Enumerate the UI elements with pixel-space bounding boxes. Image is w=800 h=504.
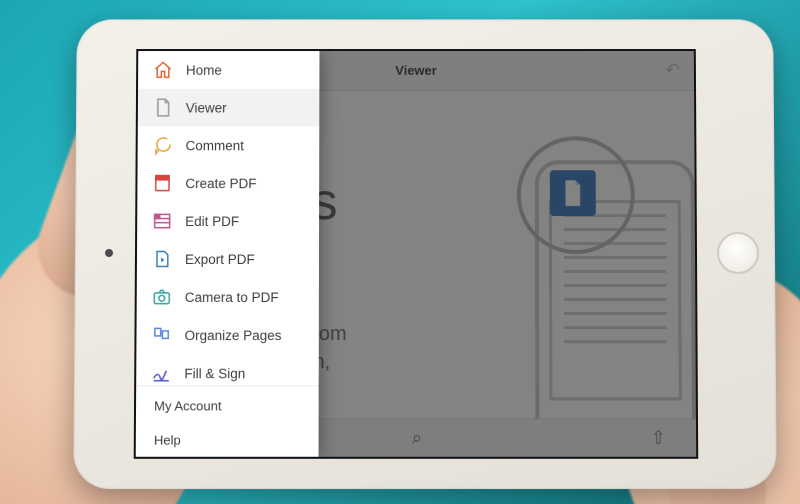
sidebar-item-label: Create PDF (185, 176, 256, 191)
sidebar-item-export-pdf[interactable]: Export PDF (137, 240, 319, 278)
sidebar-item-label: Camera to PDF (185, 290, 279, 305)
sidebar-item-help[interactable]: Help (136, 423, 319, 457)
sidebar-item-label: Organize Pages (185, 328, 282, 343)
sidebar-item-home[interactable]: Home (138, 51, 319, 89)
edit-icon (151, 210, 173, 232)
comment-icon (152, 134, 174, 156)
sidebar-item-label: Home (186, 62, 222, 77)
sidebar-list: Home Viewer Comment (136, 51, 319, 385)
sidebar-item-my-account[interactable]: My Account (136, 388, 319, 422)
organize-icon (150, 324, 172, 346)
sidebar-item-create-pdf[interactable]: Create PDF (137, 164, 319, 202)
create-icon (151, 172, 173, 194)
sidebar-item-comment[interactable]: Comment (138, 126, 320, 164)
ipad-screen: Viewer ↶ ad cuments ywhere en in the Vie… (134, 49, 699, 459)
home-icon (152, 59, 174, 81)
sidebar-menu: Home Viewer Comment (136, 51, 320, 457)
home-button[interactable] (717, 232, 759, 274)
sidebar-item-organize-pages[interactable]: Organize Pages (136, 316, 318, 354)
sidebar-item-label: Viewer (186, 100, 227, 115)
camerapdf-icon (151, 286, 173, 308)
sidebar-item-camera-to-pdf[interactable]: Camera to PDF (137, 278, 319, 316)
sidebar-item-fill-sign[interactable]: Fill & Sign (136, 354, 319, 385)
viewer-icon (152, 97, 174, 119)
sidebar-item-viewer[interactable]: Viewer (138, 89, 320, 127)
export-icon (151, 248, 173, 270)
front-camera (105, 249, 113, 257)
sidebar-item-label: Fill & Sign (184, 366, 245, 381)
ipad-device: Viewer ↶ ad cuments ywhere en in the Vie… (73, 19, 777, 489)
fillsign-icon (150, 362, 172, 384)
sidebar-item-label: Edit PDF (185, 214, 239, 229)
sidebar-footer: My Account Help (136, 385, 319, 456)
sidebar-item-label: Help (154, 432, 181, 447)
sidebar-item-edit-pdf[interactable]: Edit PDF (137, 202, 319, 240)
sidebar-item-label: Export PDF (185, 252, 255, 267)
sidebar-item-label: Comment (186, 138, 244, 153)
sidebar-item-label: My Account (154, 398, 222, 413)
